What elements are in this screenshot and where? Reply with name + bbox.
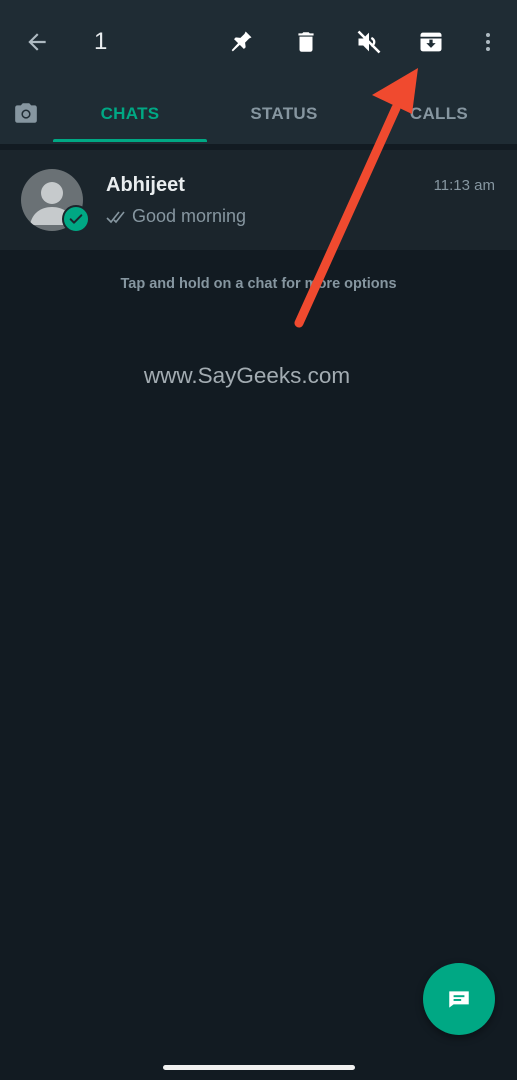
checkmark-icon	[69, 214, 83, 224]
camera-button[interactable]	[6, 93, 46, 133]
chat-options-hint: Tap and hold on a chat for more options	[120, 276, 397, 292]
tab-bar: CHATS STATUS CALLS	[0, 84, 517, 144]
new-chat-button[interactable]	[423, 963, 495, 1035]
archive-icon	[420, 32, 442, 52]
chat-last-message: Good morning	[106, 206, 246, 227]
selected-count: 1	[94, 28, 108, 55]
app-screen: 1 CHATS STATUS CALLS Abhijeet 11:13 am G…	[0, 0, 517, 1080]
more-options-icon	[486, 33, 490, 51]
chat-contact-name: Abhijeet	[106, 174, 185, 196]
back-button[interactable]	[17, 22, 57, 62]
delete-icon	[298, 32, 314, 52]
chat-list-item[interactable]: Abhijeet 11:13 am Good morning	[0, 150, 517, 250]
more-options-button[interactable]	[468, 22, 508, 62]
mute-icon	[357, 30, 381, 54]
home-indicator[interactable]	[163, 1065, 355, 1070]
selected-check-badge	[62, 205, 90, 233]
chat-preview-text: Good morning	[132, 206, 247, 226]
tab-status[interactable]: STATUS	[207, 84, 361, 144]
archive-button[interactable]	[411, 22, 451, 62]
mute-button[interactable]	[349, 22, 389, 62]
double-check-icon	[106, 211, 125, 223]
tab-chats[interactable]: CHATS	[53, 84, 207, 144]
delete-button[interactable]	[286, 22, 326, 62]
pin-icon	[231, 31, 252, 52]
pin-button[interactable]	[221, 22, 261, 62]
camera-icon	[15, 103, 37, 123]
tab-calls[interactable]: CALLS	[361, 84, 517, 144]
message-icon	[449, 991, 469, 1008]
selection-action-bar: 1	[0, 0, 517, 84]
back-arrow-icon	[28, 33, 46, 51]
site-watermark: www.SayGeeks.com	[143, 363, 351, 388]
active-tab-indicator	[53, 139, 207, 142]
chat-timestamp: 11:13 am	[433, 177, 495, 194]
